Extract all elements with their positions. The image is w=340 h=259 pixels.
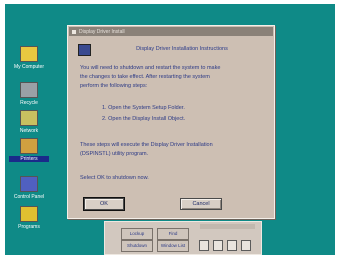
note-line: (DSPINSTL) utility program. — [80, 151, 149, 157]
help-icon[interactable] — [241, 240, 251, 251]
desktop-icon-programs[interactable]: Programs — [9, 206, 49, 230]
monitor-icon — [20, 176, 38, 192]
close-icon[interactable] — [72, 29, 76, 34]
folder-icon — [20, 206, 38, 222]
desktop-icon-label: My Computer — [13, 64, 44, 70]
intro-line: the changes to take effect. After restar… — [80, 74, 210, 80]
intro-line: You will need to shutdown and restart th… — [80, 65, 221, 71]
printer-icon — [20, 138, 38, 154]
note-line: These steps will execute the Display Dri… — [80, 142, 213, 148]
desktop-icon-printers[interactable]: Printers — [9, 138, 49, 162]
shutdown-button[interactable]: Shutdown — [121, 240, 153, 252]
step-item: 1. Open the System Setup Folder. — [102, 105, 185, 111]
step-item: 2. Open the Display Install Object. — [102, 116, 186, 122]
network-icon — [20, 110, 38, 126]
desktop-icon-recycle[interactable]: Recycle — [9, 82, 49, 106]
cancel-button[interactable]: Cancel — [180, 198, 222, 210]
tools-icon[interactable] — [227, 240, 237, 251]
ok-button[interactable]: OK — [84, 198, 124, 210]
find-button[interactable]: Find — [157, 228, 189, 240]
install-dialog: Display Driver Install Display Driver In… — [67, 25, 275, 219]
control-strip: Lockup Find Shutdown Window List — [104, 221, 262, 255]
desktop-icon-label: Network — [19, 128, 39, 134]
desktop-icon-label: Printers — [9, 156, 49, 162]
desktop-icon-label: Programs — [18, 224, 40, 230]
document-icon[interactable] — [199, 240, 209, 251]
info-icon — [78, 44, 91, 56]
window-list-button[interactable]: Window List — [157, 240, 189, 252]
trash-icon — [20, 82, 38, 98]
dialog-title: Display Driver Install — [79, 28, 125, 35]
prompt-text: Select OK to shutdown now. — [80, 175, 149, 181]
desktop-icon-label: Control Panel — [13, 194, 45, 200]
folder-icon — [20, 46, 38, 62]
desktop-icon-label: Recycle — [20, 100, 38, 106]
desktop-icon-network[interactable]: Network — [9, 110, 49, 134]
lockup-button[interactable]: Lockup — [121, 228, 153, 240]
dialog-heading: Display Driver Installation Instructions — [136, 46, 228, 52]
desktop-icon-my-computer[interactable]: My Computer — [9, 46, 49, 70]
dialog-titlebar[interactable]: Display Driver Install — [69, 27, 273, 36]
folder-icon[interactable] — [213, 240, 223, 251]
desktop-icon-control-panel[interactable]: Control Panel — [9, 176, 49, 200]
desktop: My Computer Recycle Network Printers Con… — [5, 4, 335, 255]
strip-grip[interactable] — [200, 224, 255, 229]
intro-line: perform the following steps: — [80, 83, 148, 89]
